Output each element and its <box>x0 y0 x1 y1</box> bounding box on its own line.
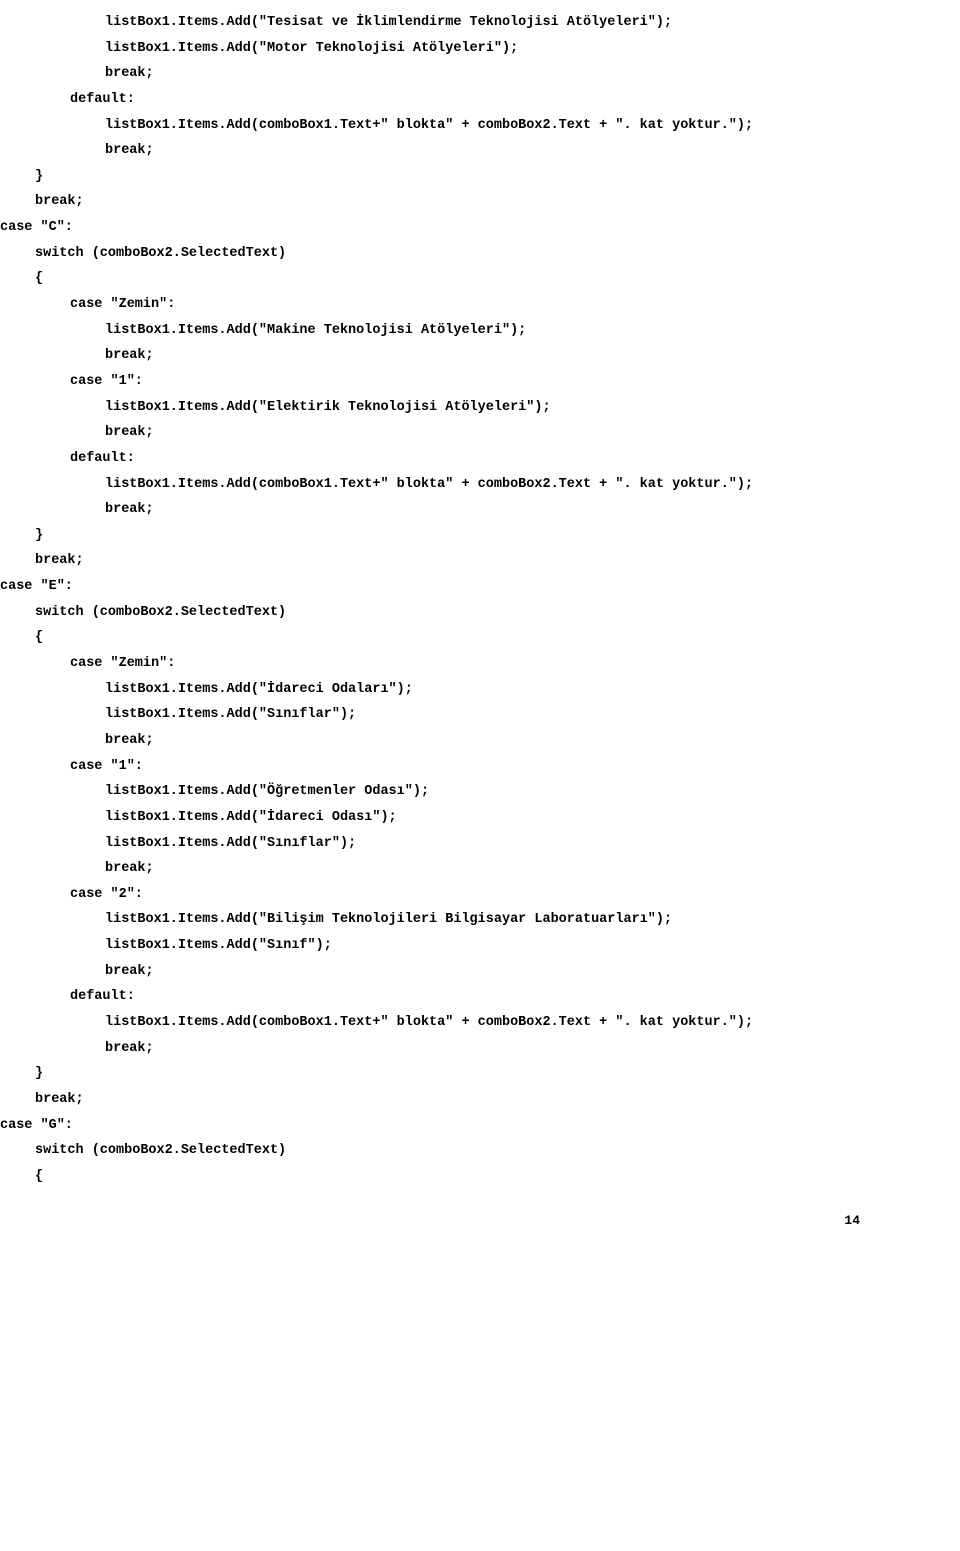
code-line: listBox1.Items.Add("İdareci Odası"); <box>0 805 900 831</box>
code-page: listBox1.Items.Add("Tesisat ve İklimlend… <box>0 0 960 1264</box>
code-line: case "Zemin": <box>0 292 900 318</box>
code-line: listBox1.Items.Add("Sınıflar"); <box>0 831 900 857</box>
code-line: listBox1.Items.Add("Öğretmenler Odası"); <box>0 779 900 805</box>
code-line: listBox1.Items.Add("Sınıflar"); <box>0 702 900 728</box>
code-line: break; <box>0 959 900 985</box>
code-line: case "Zemin": <box>0 651 900 677</box>
code-line: } <box>0 523 900 549</box>
code-line: listBox1.Items.Add(comboBox1.Text+" blok… <box>0 113 900 139</box>
code-line: default: <box>0 87 900 113</box>
code-line: case "1": <box>0 754 900 780</box>
code-line: break; <box>0 856 900 882</box>
code-line: break; <box>0 1036 900 1062</box>
code-line: break; <box>0 420 900 446</box>
code-line: break; <box>0 548 900 574</box>
code-line: case "C": <box>0 215 900 241</box>
code-line: listBox1.Items.Add("Makine Teknolojisi A… <box>0 318 900 344</box>
code-line: } <box>0 164 900 190</box>
code-line: case "E": <box>0 574 900 600</box>
code-line: case "2": <box>0 882 900 908</box>
code-block: listBox1.Items.Add("Tesisat ve İklimlend… <box>0 10 900 1189</box>
code-line: break; <box>0 61 900 87</box>
code-line: break; <box>0 497 900 523</box>
code-line: listBox1.Items.Add("Motor Teknolojisi At… <box>0 36 900 62</box>
code-line: { <box>0 266 900 292</box>
code-line: default: <box>0 984 900 1010</box>
code-line: listBox1.Items.Add(comboBox1.Text+" blok… <box>0 1010 900 1036</box>
code-line: switch (comboBox2.SelectedText) <box>0 1138 900 1164</box>
code-line: break; <box>0 343 900 369</box>
code-line: default: <box>0 446 900 472</box>
code-line: listBox1.Items.Add("Tesisat ve İklimlend… <box>0 10 900 36</box>
code-line: { <box>0 625 900 651</box>
code-line: listBox1.Items.Add("Bilişim Teknolojiler… <box>0 907 900 933</box>
code-line: listBox1.Items.Add("İdareci Odaları"); <box>0 677 900 703</box>
code-line: break; <box>0 138 900 164</box>
code-line: { <box>0 1164 900 1190</box>
code-line: switch (comboBox2.SelectedText) <box>0 600 900 626</box>
code-line: } <box>0 1061 900 1087</box>
code-line: listBox1.Items.Add(comboBox1.Text+" blok… <box>0 472 900 498</box>
code-line: switch (comboBox2.SelectedText) <box>0 241 900 267</box>
code-line: break; <box>0 189 900 215</box>
code-line: break; <box>0 1087 900 1113</box>
code-line: case "1": <box>0 369 900 395</box>
page-number: 14 <box>0 1209 900 1234</box>
code-line: listBox1.Items.Add("Elektirik Teknolojis… <box>0 395 900 421</box>
code-line: listBox1.Items.Add("Sınıf"); <box>0 933 900 959</box>
code-line: case "G": <box>0 1113 900 1139</box>
code-line: break; <box>0 728 900 754</box>
